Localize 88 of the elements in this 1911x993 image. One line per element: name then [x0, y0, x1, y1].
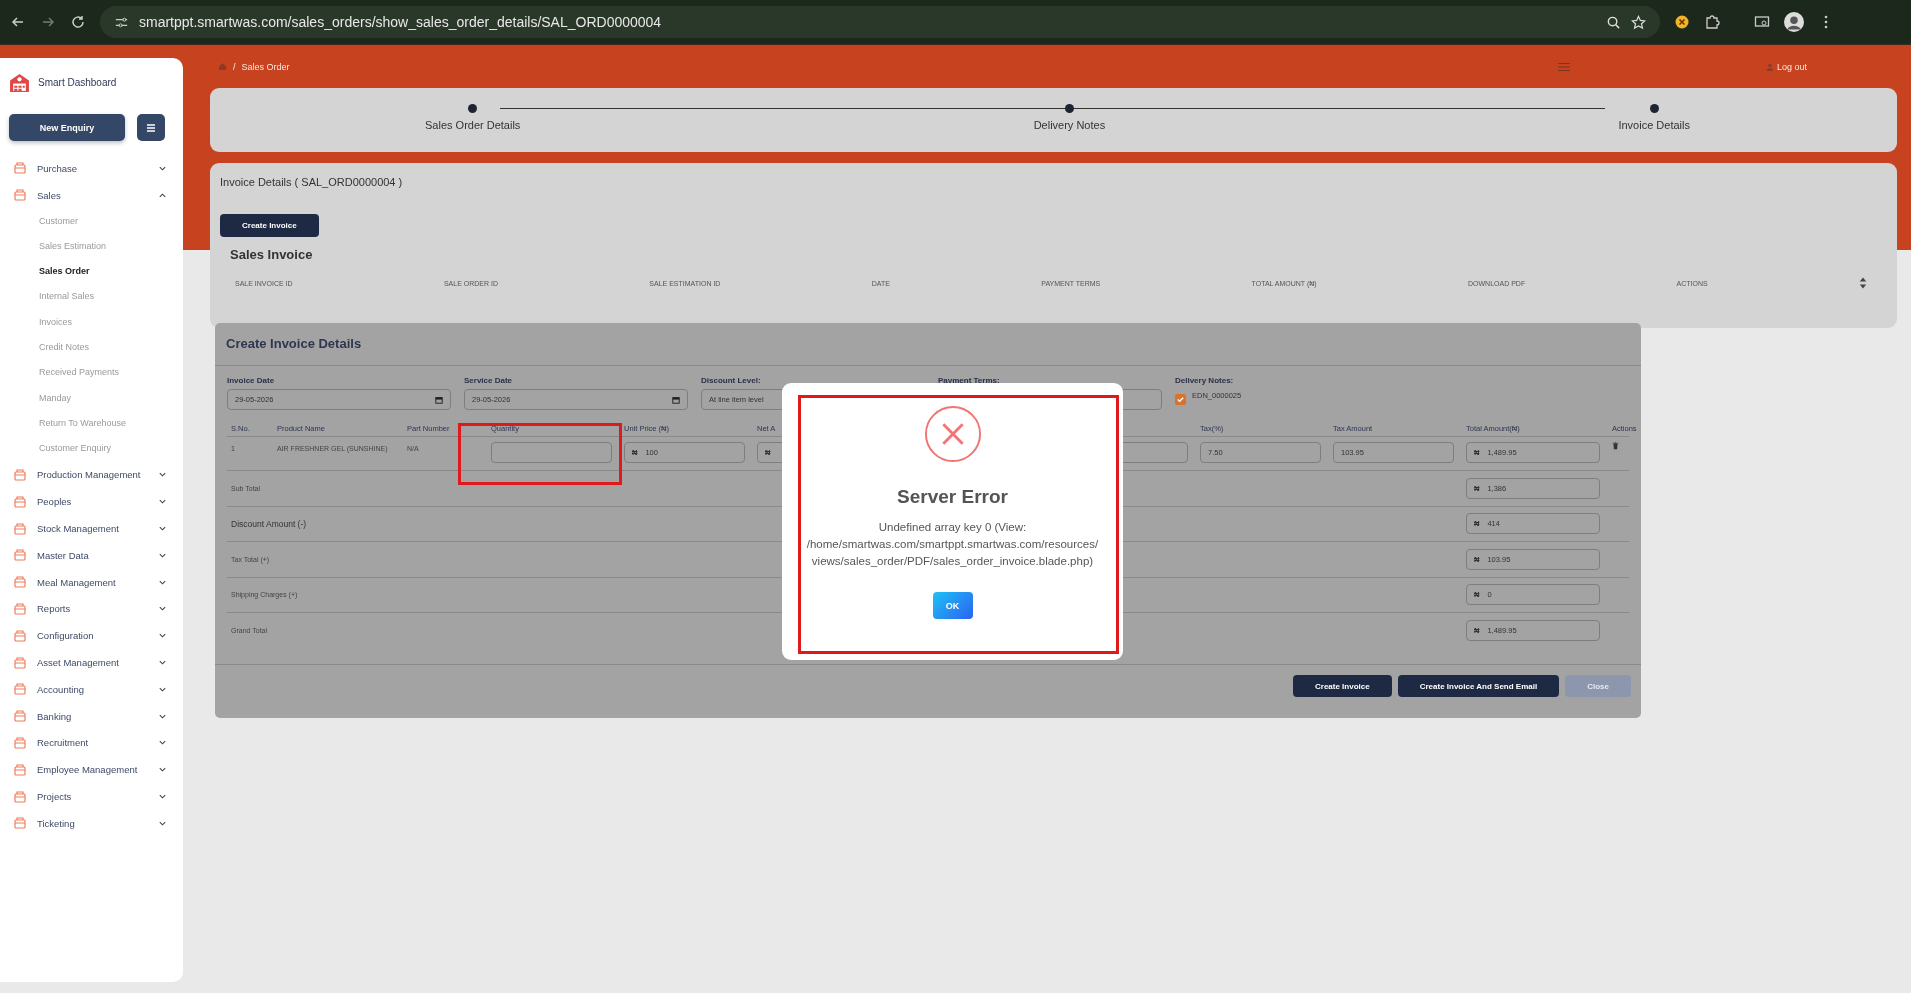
modal-button[interactable]: Create Invoice — [1293, 675, 1392, 697]
extension-icon[interactable] — [1674, 14, 1690, 30]
error-x-icon — [923, 405, 982, 463]
sidebar-item[interactable]: Ticketing — [9, 809, 173, 837]
input-field[interactable] — [491, 442, 612, 463]
trash-icon[interactable] — [1612, 442, 1619, 450]
menu-icon — [146, 122, 156, 133]
user-icon — [1765, 62, 1774, 71]
sidebar-item[interactable]: Reports — [9, 595, 173, 623]
field-label: Invoice Date — [227, 376, 276, 385]
module-icon — [13, 628, 27, 643]
sidebar-item[interactable]: Sales — [9, 181, 173, 209]
modal-button[interactable]: Create Invoice And Send Email — [1397, 675, 1560, 697]
module-icon — [13, 161, 27, 176]
step-dot — [1064, 104, 1074, 113]
sidebar-item[interactable]: Accounting — [9, 675, 173, 703]
profile-avatar-icon[interactable] — [1784, 12, 1804, 32]
module-icon — [13, 682, 27, 697]
chevron-down-icon[interactable] — [158, 765, 167, 775]
section-title: Sales Invoice — [229, 247, 314, 262]
sidebar-item[interactable]: Production Management — [9, 461, 173, 489]
chevron-down-icon[interactable] — [158, 524, 167, 534]
star-icon[interactable] — [1631, 14, 1646, 30]
module-icon — [13, 188, 27, 203]
chevron-down-icon[interactable] — [158, 470, 167, 480]
chevron-down-icon[interactable] — [158, 792, 167, 801]
sidebar-item[interactable]: Configuration — [9, 622, 173, 650]
sidebar-item[interactable]: Master Data — [9, 541, 173, 569]
puzzle-icon[interactable] — [1704, 14, 1720, 30]
sidebar-item[interactable]: Projects — [9, 783, 173, 810]
checkbox[interactable] — [1175, 394, 1186, 405]
module-icon — [13, 548, 27, 563]
chevron-down-icon[interactable] — [158, 658, 167, 668]
step-label[interactable]: Delivery Notes — [1033, 119, 1106, 131]
chevron-down-icon[interactable] — [158, 497, 167, 507]
sidebar-item[interactable]: Peoples — [9, 488, 173, 516]
field-label: Delivery Notes: — [1175, 376, 1235, 385]
module-icon — [13, 762, 27, 777]
submenu-item[interactable]: Sales Order — [9, 259, 173, 285]
screen-search-icon[interactable] — [1754, 14, 1770, 30]
address-bar[interactable]: smartppt.smartwas.com/sales_orders/show_sales_order_details/SAL_ORD0000004 — [100, 6, 1660, 38]
sidebar-item[interactable]: Banking — [9, 702, 173, 730]
menu-button[interactable] — [137, 114, 165, 141]
field-label: Payment Terms: — [938, 376, 1001, 385]
dialog-title: Server Error — [897, 486, 1008, 508]
breadcrumb-separator: / — [233, 61, 236, 72]
sidebar-item[interactable]: Meal Management — [9, 568, 173, 596]
module-icon — [13, 467, 27, 482]
module-icon — [13, 575, 27, 590]
module-icon — [13, 789, 27, 804]
step-label[interactable]: Sales Order Details — [425, 119, 521, 131]
zoom-icon[interactable] — [1606, 14, 1621, 30]
url-text: smartppt.smartwas.com/sales_orders/show_sales_order_details/SAL_ORD0000004 — [139, 14, 662, 30]
step-dot — [468, 104, 478, 113]
calendar-icon[interactable] — [672, 395, 680, 404]
module-icon — [13, 655, 27, 670]
field-label: Discount Level: — [701, 376, 762, 385]
logout-link[interactable]: Log out — [1765, 61, 1807, 72]
sidebar-item[interactable]: Employee Management — [9, 756, 173, 784]
sidebar-item[interactable]: Recruitment — [9, 729, 173, 757]
create-invoice-button[interactable]: Create Invoice — [220, 214, 319, 237]
brand-name: Smart Dashboard — [38, 77, 117, 88]
breadcrumb[interactable]: Sales Order — [241, 61, 290, 72]
error-message: Undefined array key 0 (View: /home/smartwas.com/smartppt.smartwas.com/resources/views/sales_order/PDF/sales_order_invoice.blade.php) — [805, 520, 1100, 569]
sidebar-item[interactable]: Asset Management — [9, 649, 173, 676]
step-label[interactable]: Invoice Details — [1618, 119, 1690, 131]
field-label: Service Date — [464, 376, 514, 385]
module-icon — [13, 816, 27, 831]
module-icon — [13, 521, 27, 536]
sidebar-item[interactable]: Purchase — [9, 155, 173, 182]
chevron-down-icon[interactable] — [158, 631, 167, 641]
chevron-up-icon[interactable] — [158, 190, 167, 200]
calendar-icon[interactable] — [435, 395, 443, 404]
module-icon — [13, 494, 27, 509]
modal-title: Create Invoice Details — [215, 323, 1641, 366]
module-icon — [13, 709, 27, 724]
sort-arrows-icon[interactable] — [1859, 276, 1867, 290]
module-icon — [13, 601, 27, 616]
total-label: Discount Amount (-) — [231, 518, 308, 529]
module-icon — [13, 735, 27, 750]
chevron-down-icon[interactable] — [158, 604, 167, 614]
card-title: Invoice Details ( SAL_ORD0000004 ) — [220, 176, 404, 188]
new-enquiry-button[interactable]: New Enquiry — [9, 114, 125, 141]
warehouse-icon — [9, 72, 30, 93]
reload-icon[interactable] — [70, 14, 86, 30]
step-dot — [1649, 104, 1659, 113]
sidebar-item[interactable]: Stock Management — [9, 515, 173, 542]
chevron-down-icon[interactable] — [158, 738, 167, 748]
